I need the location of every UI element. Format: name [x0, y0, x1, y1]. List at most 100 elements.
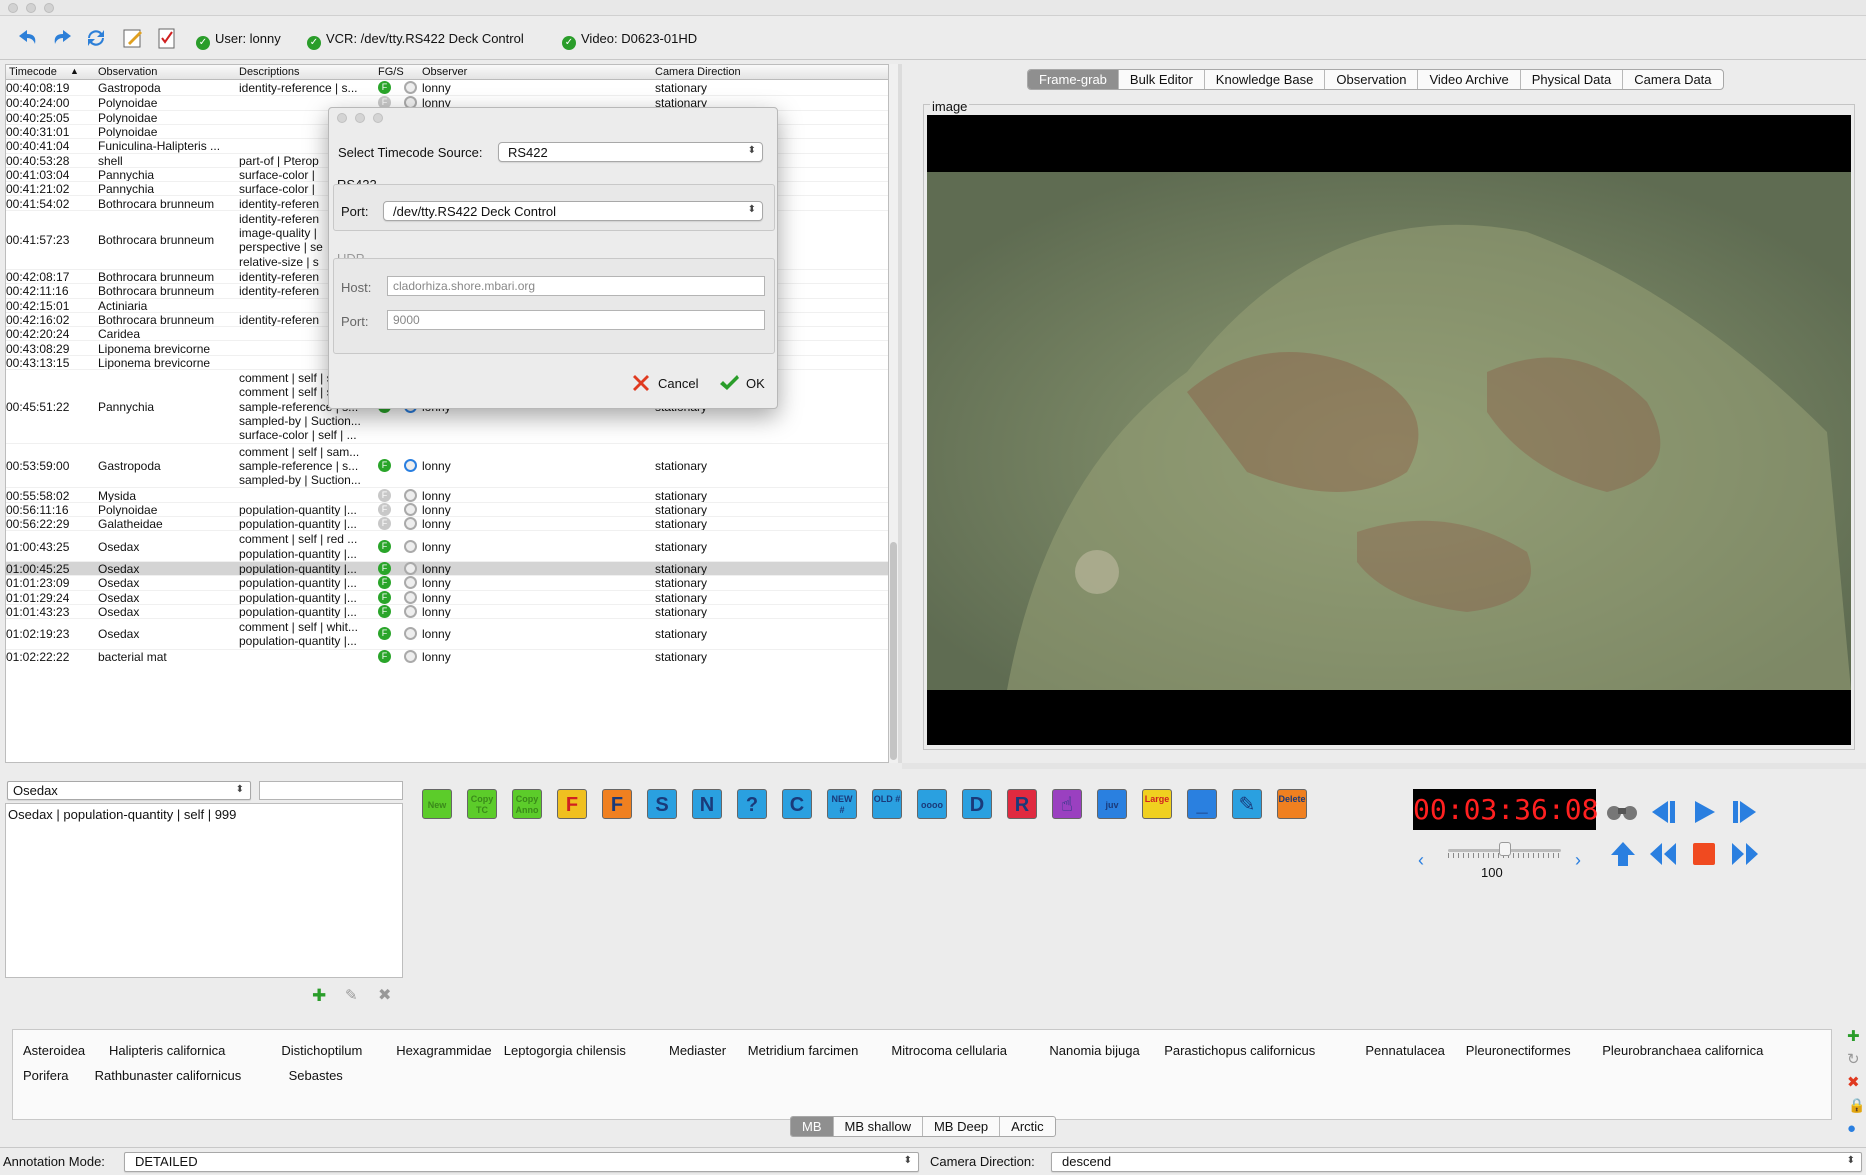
globe-icon[interactable]: ● — [1847, 1120, 1856, 1137]
table-row[interactable]: 00:40:08:19 Gastropoda identity-reference … — [6, 81, 888, 95]
dialog-zoom-button[interactable] — [373, 113, 383, 123]
table-row[interactable]: 01:01:29:24 Osedax population-quantity |..… — [6, 589, 888, 605]
cancel-button[interactable]: Cancel — [630, 372, 698, 394]
kb-concept-item[interactable]: Pennatulacea — [1365, 1043, 1445, 1058]
table-row[interactable]: 01:02:19:23 Osedax comment | self | whit..… — [6, 618, 888, 649]
juv-button[interactable]: juv — [1097, 789, 1127, 819]
kb-tab-mb-deep[interactable]: MB Deep — [923, 1117, 1001, 1136]
tab-knowledge-base[interactable]: Knowledge Base — [1205, 70, 1326, 89]
kb-tab-mb[interactable]: MB — [791, 1117, 834, 1136]
rate-decrease-icon[interactable]: ‹ — [1418, 850, 1424, 871]
table-row[interactable]: 01:02:22:22 bacterial mat Flonny stationary — [6, 648, 888, 664]
table-row[interactable]: 00:55:58:02 Mysida Flonny stationary — [6, 487, 888, 503]
header-camera-direction[interactable]: Camera Direction — [655, 66, 741, 78]
kb-concept-item[interactable]: Halipteris californica — [109, 1043, 225, 1058]
table-row[interactable]: 01:00:43:25 Osedax comment | self | red ..… — [6, 530, 888, 561]
copy-tc-button[interactable]: Copy TC — [467, 789, 497, 819]
underline-button[interactable]: _ — [1187, 789, 1217, 819]
close-window-button[interactable] — [8, 3, 18, 13]
comment-button[interactable]: ✎ — [1232, 789, 1262, 819]
f-button[interactable]: F — [557, 789, 587, 819]
rewind-icon[interactable] — [1648, 840, 1678, 868]
concept-search-field[interactable] — [259, 781, 403, 800]
kb-concept-item[interactable]: Sebastes — [289, 1068, 343, 1083]
fast-forward-icon[interactable] — [1730, 840, 1760, 868]
kb-concept-item[interactable]: Porifera — [23, 1068, 69, 1083]
rs422-port-select[interactable]: /dev/tty.RS422 Deck Control — [383, 201, 763, 221]
add-concept-icon[interactable]: ✚ — [1847, 1027, 1860, 1045]
kb-concept-item[interactable]: Nanomia bijuga — [1049, 1043, 1139, 1058]
tab-camera-data[interactable]: Camera Data — [1623, 70, 1722, 89]
tab-observation[interactable]: Observation — [1325, 70, 1419, 89]
udp-port-field[interactable]: 9000 — [387, 310, 765, 330]
play-icon[interactable] — [1690, 798, 1718, 826]
c-button[interactable]: C — [782, 789, 812, 819]
add-association-icon[interactable]: ✚ — [312, 986, 326, 1006]
kb-tab-arctic[interactable]: Arctic — [1000, 1117, 1055, 1136]
edit-icon[interactable] — [120, 26, 146, 50]
lock-icon[interactable]: 🔒 — [1848, 1097, 1865, 1114]
association-list[interactable]: Osedax | population-quantity | self | 99… — [5, 803, 403, 978]
table-row[interactable]: 01:01:23:09 Osedax population-quantity |..… — [6, 575, 888, 590]
stop-icon[interactable] — [1690, 840, 1718, 868]
tab-bulk-editor[interactable]: Bulk Editor — [1119, 70, 1205, 89]
remove-concept-icon[interactable]: ✖ — [1847, 1073, 1860, 1091]
slider-thumb[interactable] — [1498, 842, 1511, 856]
old-number-button[interactable]: OLD # — [872, 789, 902, 819]
table-row[interactable]: 01:00:45:25 Osedax population-quantity |..… — [6, 560, 888, 576]
kb-tab-mb-shallow[interactable]: MB shallow — [834, 1117, 923, 1136]
timecode-source-select[interactable]: RS422 — [498, 142, 763, 162]
edit-association-icon[interactable]: ✎ — [345, 986, 358, 1004]
horizontal-splitter[interactable] — [902, 763, 1866, 769]
refresh-icon[interactable] — [83, 26, 109, 50]
question-button[interactable]: ? — [737, 789, 767, 819]
remove-association-icon[interactable]: ✖ — [378, 985, 391, 1005]
redo-icon[interactable] — [49, 26, 75, 50]
minimize-window-button[interactable] — [26, 3, 36, 13]
d-button[interactable]: D — [962, 789, 992, 819]
step-forward-icon[interactable] — [1730, 798, 1760, 826]
eject-icon[interactable] — [1608, 839, 1638, 869]
n-button[interactable]: N — [692, 789, 722, 819]
kb-concept-item[interactable]: Pleuronectiformes — [1466, 1043, 1571, 1058]
r-button[interactable]: R — [1007, 789, 1037, 819]
kb-concept-item[interactable]: Mitrocoma cellularia — [891, 1043, 1007, 1058]
scrollbar-thumb[interactable] — [890, 542, 897, 760]
kb-concept-item[interactable]: Rathbunaster californicus — [95, 1068, 242, 1083]
table-row[interactable]: 00:56:11:16 Polynoidae population-quantity… — [6, 501, 888, 517]
new-button[interactable]: New — [422, 789, 452, 819]
table-row[interactable]: 00:53:59:00 Gastropoda comment | self | sa… — [6, 442, 888, 488]
zoom-window-button[interactable] — [44, 3, 54, 13]
lower-splitter[interactable] — [0, 1010, 1866, 1016]
kb-concept-item[interactable]: Hexagrammidae — [396, 1043, 491, 1058]
header-timecode[interactable]: Timecode — [9, 66, 57, 78]
kb-concept-item[interactable]: Mediaster — [669, 1043, 726, 1058]
udp-host-field[interactable]: cladorhiza.shore.mbari.org — [387, 276, 765, 296]
annotation-mode-select[interactable]: DETAILED — [124, 1152, 919, 1172]
large-button[interactable]: Large — [1142, 789, 1172, 819]
kb-concept-item[interactable]: Distichoptilum — [281, 1043, 362, 1058]
fx-button[interactable]: F — [602, 789, 632, 819]
rate-increase-icon[interactable]: › — [1575, 850, 1581, 871]
binoculars-icon[interactable] — [1605, 800, 1639, 822]
new-number-button[interactable]: NEW # — [827, 789, 857, 819]
step-back-icon[interactable] — [1648, 798, 1678, 826]
hand-button[interactable]: ☝ — [1052, 789, 1082, 819]
camera-direction-select[interactable]: descend — [1051, 1152, 1862, 1172]
refresh-concept-icon[interactable]: ↻ — [1847, 1050, 1860, 1068]
checklist-icon[interactable] — [154, 26, 180, 50]
table-row[interactable]: 01:01:43:23 Osedax population-quantity |..… — [6, 603, 888, 619]
chain-button[interactable]: oooo — [917, 789, 947, 819]
header-descriptions[interactable]: Descriptions — [239, 66, 300, 78]
association-item[interactable]: Osedax | population-quantity | self | 99… — [8, 807, 236, 822]
table-scrollbar[interactable] — [889, 64, 898, 763]
tab-video-archive[interactable]: Video Archive — [1418, 70, 1521, 89]
tab-frame-grab[interactable]: Frame-grab — [1028, 70, 1119, 89]
kb-concept-item[interactable]: Leptogorgia chilensis — [504, 1043, 626, 1058]
rate-slider[interactable] — [1448, 842, 1561, 858]
table-row[interactable]: 00:56:22:29 Galatheidae population-quantit… — [6, 516, 888, 531]
tab-physical-data[interactable]: Physical Data — [1521, 70, 1624, 89]
undo-icon[interactable] — [15, 26, 41, 50]
header-observer[interactable]: Observer — [422, 66, 467, 78]
delete-button[interactable]: Delete — [1277, 789, 1307, 819]
